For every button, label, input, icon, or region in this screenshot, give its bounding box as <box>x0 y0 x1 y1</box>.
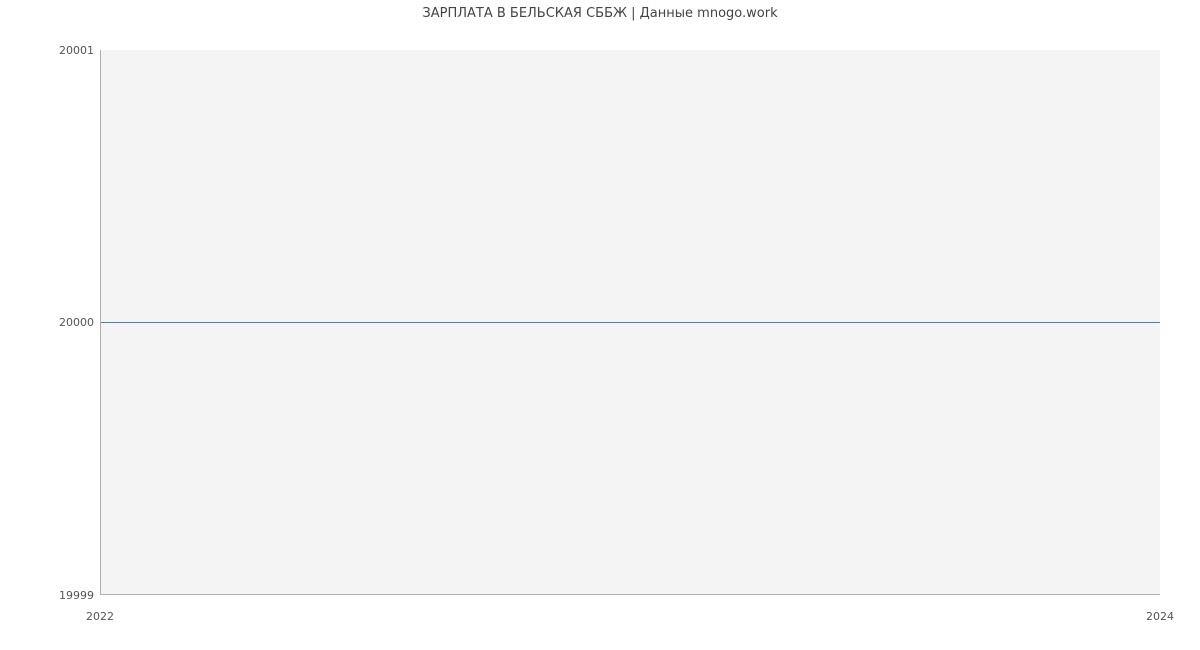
y-tick-label: 19999 <box>4 589 94 602</box>
plot-area <box>100 50 1160 595</box>
series-line <box>101 322 1160 323</box>
x-tick-label: 2024 <box>1142 610 1178 623</box>
line-chart: ЗАРПЛАТА В БЕЛЬСКАЯ СББЖ | Данные mnogo.… <box>0 0 1200 650</box>
y-tick-label: 20001 <box>4 44 94 57</box>
y-tick-label: 20000 <box>4 316 94 329</box>
x-tick-label: 2022 <box>82 610 118 623</box>
chart-title: ЗАРПЛАТА В БЕЛЬСКАЯ СББЖ | Данные mnogo.… <box>0 6 1200 21</box>
